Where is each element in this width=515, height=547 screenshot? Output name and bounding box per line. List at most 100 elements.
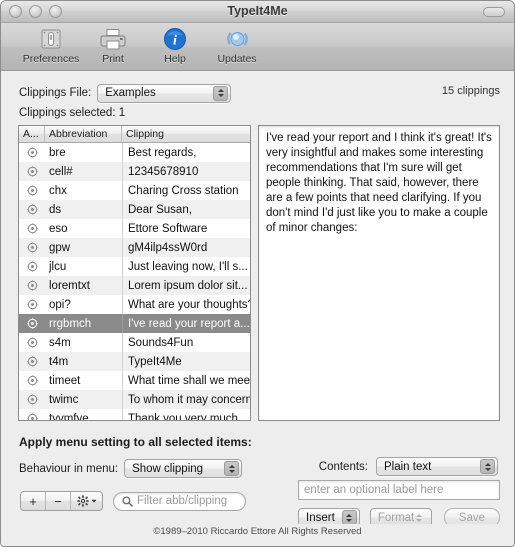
toolbar-label-print: Print — [102, 53, 124, 65]
row-clipping: Dear Susan, — [122, 200, 250, 219]
gear-menu-button[interactable] — [71, 492, 102, 510]
contents-row: Contents: Plain text — [319, 457, 498, 476]
row-icon-cell[interactable] — [19, 181, 45, 200]
table-row[interactable]: timeet What time shall we meet? — [19, 371, 250, 390]
toolbar-label-help: Help — [164, 53, 186, 65]
column-header-clipping[interactable]: Clipping — [122, 126, 250, 142]
toolbar-item-print[interactable]: Print — [85, 26, 141, 65]
row-abbreviation: jlcu — [49, 260, 67, 273]
table-row[interactable]: jlcu Just leaving now, I'll s... — [19, 257, 250, 276]
table-row[interactable]: opi? What are your thoughts? — [19, 295, 250, 314]
copyright-text: ©1989–2010 Riccardo Ettore All Rights Re… — [153, 526, 362, 537]
clippings-table[interactable]: A... Abbreviation Clipping bre Best regar… — [18, 125, 251, 421]
row-icon-cell[interactable] — [19, 409, 45, 420]
row-icon-cell[interactable] — [19, 352, 45, 371]
add-clipping-button[interactable]: + — [21, 492, 46, 510]
row-icon-cell[interactable] — [19, 257, 45, 276]
svg-text:i: i — [173, 34, 177, 49]
row-icon-cell[interactable] — [19, 219, 45, 238]
column-header-action[interactable]: A... — [19, 126, 45, 142]
table-row[interactable]: cell# 12345678910 — [19, 162, 250, 181]
row-clipping: Best regards, — [122, 143, 250, 162]
window-title: TypeIt4Me — [227, 4, 288, 18]
clippings-file-select[interactable]: Examples — [97, 83, 232, 103]
contents-label: Contents: — [318, 460, 368, 473]
apply-menu-setting-heading: Apply menu setting to all selected items… — [19, 435, 252, 449]
chevron-updown-icon — [213, 85, 229, 101]
clipping-type-icon — [26, 375, 38, 386]
clippings-count: 15 clippings — [441, 85, 500, 97]
clipping-type-icon — [26, 223, 38, 234]
row-icon-cell[interactable] — [19, 371, 45, 390]
row-icon-cell[interactable] — [19, 390, 45, 409]
format-value: Format — [377, 511, 415, 524]
toolbar-label-updates: Updates — [217, 53, 257, 65]
info-circle-icon: i — [163, 26, 187, 52]
chevron-updown-icon — [224, 461, 240, 476]
behaviour-select[interactable]: Show clipping — [124, 459, 243, 478]
row-abbreviation: eso — [49, 222, 68, 235]
table-row[interactable]: rrgbmch I've read your report a... — [19, 314, 250, 333]
row-clipping: Ettore Software — [122, 219, 250, 238]
table-row[interactable]: tyvmfye Thank you very much ... — [19, 409, 250, 420]
row-abbreviation: gpw — [49, 241, 71, 254]
table-row[interactable]: t4m TypeIt4Me — [19, 352, 250, 371]
row-abbreviation: ds — [49, 203, 62, 216]
clipping-type-icon — [26, 185, 38, 196]
table-row[interactable]: gpw gM4ilp4ssW0rd — [19, 238, 250, 257]
table-row[interactable]: ds Dear Susan, — [19, 200, 250, 219]
row-icon-cell[interactable] — [19, 162, 45, 181]
row-icon-cell[interactable] — [19, 143, 45, 162]
row-clipping: Lorem ipsum dolor sit... — [122, 276, 250, 295]
insert-value: Insert — [306, 511, 335, 524]
row-clipping: gM4ilp4ssW0rd — [122, 238, 250, 257]
table-row[interactable]: eso Ettore Software — [19, 219, 250, 238]
row-clipping: Just leaving now, I'll s... — [122, 257, 250, 276]
optional-label-placeholder: enter an optional label here — [304, 484, 444, 496]
column-header-abbreviation[interactable]: Abbreviation — [45, 126, 122, 142]
toolbar-item-updates[interactable]: Updates — [209, 26, 265, 65]
clippings-file-value: Examples — [105, 87, 156, 99]
contents-value: Plain text — [384, 460, 432, 473]
behaviour-row: Behaviour in menu: Show clipping — [19, 459, 243, 478]
contents-select[interactable]: Plain text — [376, 457, 498, 476]
row-abbreviation: rrgbmch — [49, 317, 92, 330]
title-bar: TypeIt4Me — [1, 1, 514, 23]
row-icon-cell[interactable] — [19, 333, 45, 352]
footer-bar: ©1989–2010 Riccardo Ettore All Rights Re… — [1, 524, 514, 546]
row-icon-cell[interactable] — [19, 238, 45, 257]
row-abbreviation: bre — [49, 146, 66, 159]
add-remove-gear-segment: + − — [20, 491, 103, 511]
row-icon-cell[interactable] — [19, 314, 45, 333]
table-body: bre Best regards, cell# 12345678910 chx Chari… — [19, 143, 250, 420]
table-row[interactable]: twimc To whom it may concern, — [19, 390, 250, 409]
table-row[interactable]: loremtxt Lorem ipsum dolor sit... — [19, 276, 250, 295]
row-abbreviation: cell# — [49, 165, 73, 178]
clipping-type-icon — [26, 166, 38, 177]
gear-icon — [76, 495, 89, 507]
toolbar-label-preferences: Preferences — [22, 53, 80, 65]
clipping-type-icon — [26, 204, 38, 215]
filter-search-field[interactable]: Filter abb/clipping — [113, 491, 246, 511]
row-icon-cell[interactable] — [19, 276, 45, 295]
toolbar-item-help[interactable]: i Help — [147, 26, 203, 65]
clipping-type-icon — [26, 299, 38, 310]
table-row[interactable]: bre Best regards, — [19, 143, 250, 162]
row-clipping: Sounds4Fun — [122, 333, 250, 352]
row-abbreviation: t4m — [49, 355, 69, 368]
main-content: Clippings File: Examples 15 clippings Cl… — [1, 71, 514, 527]
clipping-type-icon — [26, 413, 38, 420]
chevron-updown-icon — [341, 510, 357, 525]
row-icon-cell[interactable] — [19, 295, 45, 314]
optional-label-input[interactable]: enter an optional label here — [298, 480, 500, 500]
row-clipping: What are your thoughts? — [122, 295, 250, 314]
toolbar-item-preferences[interactable]: Preferences — [23, 26, 79, 65]
row-abbreviation: timeet — [49, 374, 81, 387]
remove-clipping-button[interactable]: − — [46, 492, 71, 510]
clipping-type-icon — [26, 280, 38, 291]
table-row[interactable]: chx Charing Cross station — [19, 181, 250, 200]
toolbar-toggle-button[interactable] — [483, 7, 505, 17]
row-icon-cell[interactable] — [19, 200, 45, 219]
clipping-text-editor[interactable]: I've read your report and I think it's g… — [258, 125, 500, 421]
table-row[interactable]: s4m Sounds4Fun — [19, 333, 250, 352]
